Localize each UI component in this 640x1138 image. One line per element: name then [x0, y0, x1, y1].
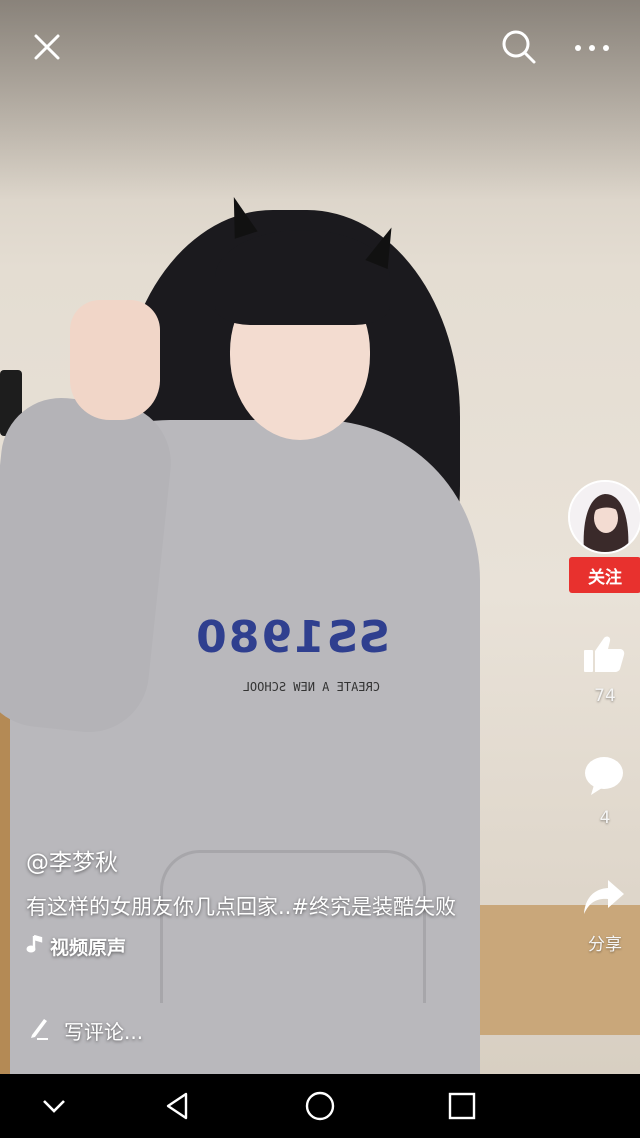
- pencil-icon: [28, 1015, 50, 1046]
- more-options-icon[interactable]: [572, 40, 612, 56]
- comment-count: 4: [599, 808, 611, 828]
- peace-sign-hand: [70, 300, 160, 420]
- recents-square-icon[interactable]: [446, 1090, 478, 1122]
- music-note-icon: [26, 934, 44, 959]
- comment-bubble-icon[interactable]: [582, 754, 626, 798]
- follow-button[interactable]: 关注: [569, 557, 640, 593]
- video-description: 有这样的女朋友你几点回家..#终究是装酷失败: [26, 895, 456, 919]
- close-icon[interactable]: [30, 30, 64, 64]
- music-info[interactable]: 视频原声: [26, 933, 566, 960]
- share-label[interactable]: 分享: [560, 930, 640, 955]
- top-bar: [0, 0, 640, 95]
- home-circle-icon[interactable]: [304, 1090, 336, 1122]
- author-name[interactable]: @李梦秋: [26, 843, 566, 877]
- system-nav-bar: [0, 1074, 640, 1138]
- comment-placeholder: 写评论...: [64, 1019, 144, 1044]
- shirt-print: SS1980: [194, 612, 390, 663]
- comment-input[interactable]: 写评论...: [28, 1010, 328, 1050]
- music-title: 视频原声: [50, 937, 127, 959]
- back-triangle-icon[interactable]: [162, 1090, 194, 1122]
- avatar[interactable]: [568, 480, 640, 554]
- thumbs-up-icon[interactable]: [582, 632, 626, 676]
- shirt-print-sub: CREATE A NEW SCHOOL: [242, 680, 380, 694]
- video-caption: @李梦秋 有这样的女朋友你几点回家..#终究是装酷失败 视频原声: [26, 843, 566, 960]
- share-arrow-icon[interactable]: [582, 876, 626, 920]
- like-count: 74: [594, 686, 616, 706]
- search-icon[interactable]: [500, 28, 538, 66]
- chevron-down-icon[interactable]: [38, 1090, 70, 1122]
- bangs: [215, 230, 390, 325]
